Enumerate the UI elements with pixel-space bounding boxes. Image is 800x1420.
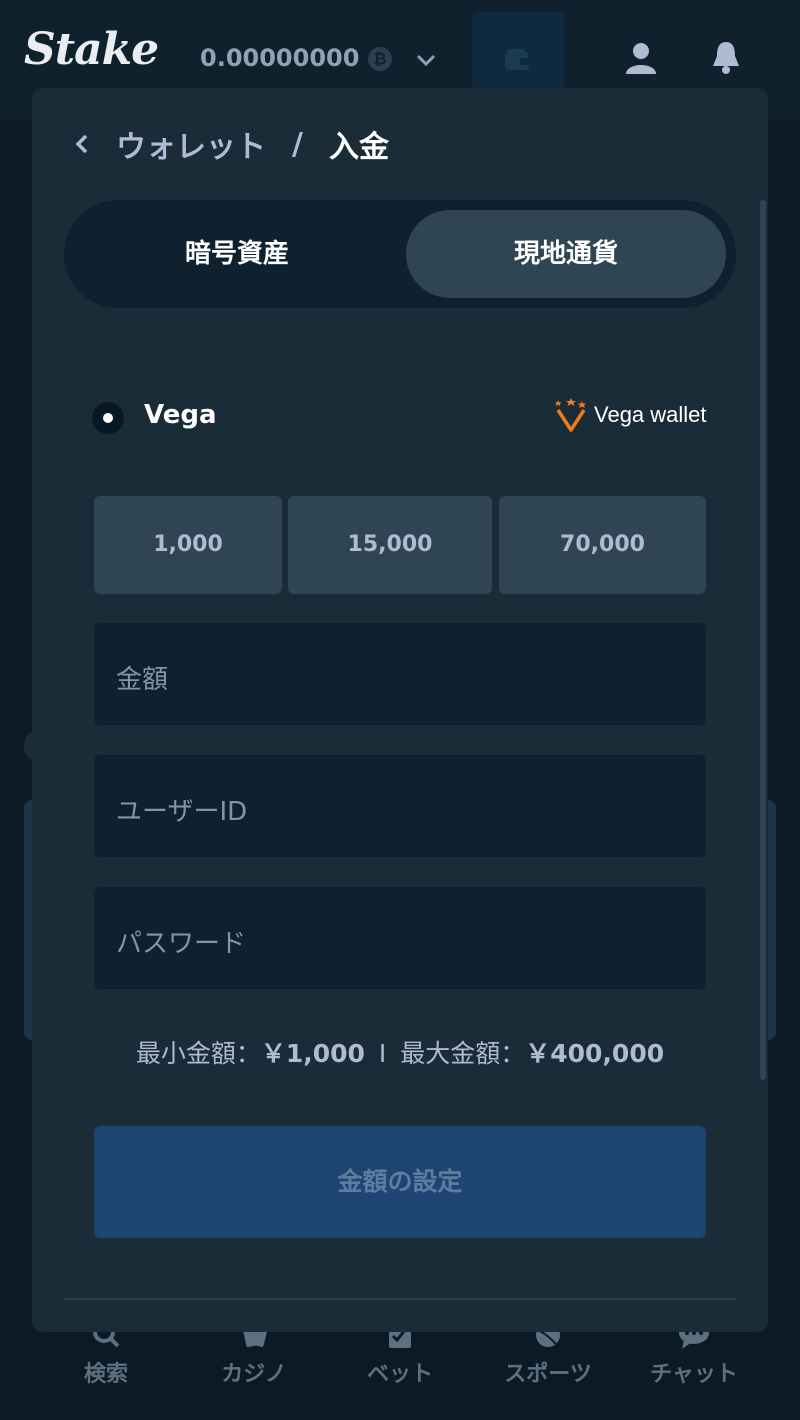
user-id-placeholder: ユーザーID: [116, 797, 248, 827]
vega-wallet-logo: Vega wallet: [554, 398, 707, 432]
password-placeholder: パスワード: [116, 929, 247, 959]
amount-placeholder: 金額: [116, 665, 169, 695]
chevron-down-icon[interactable]: [414, 48, 438, 72]
tab-local-currency[interactable]: 現地通貨: [406, 210, 726, 298]
method-name[interactable]: Vega: [144, 400, 217, 430]
modal-divider: [64, 1298, 736, 1300]
bell-icon[interactable]: [710, 40, 742, 74]
preset-amount-15000[interactable]: 15,000: [288, 496, 492, 594]
nav-label: スポーツ: [504, 1362, 592, 1387]
limits-divider: I: [378, 1039, 387, 1068]
breadcrumb-wallet-link[interactable]: ウォレット: [116, 122, 266, 166]
deposit-modal: ウォレット / 入金 暗号資産 現地通貨 Vega Vega wallet 1,…: [32, 88, 768, 1332]
breadcrumb-current: 入金: [328, 130, 389, 165]
user-id-input[interactable]: ユーザーID: [94, 755, 706, 857]
max-value: ￥400,000: [525, 1039, 665, 1068]
vega-logo-text: Vega wallet: [594, 402, 707, 427]
tab-crypto[interactable]: 暗号資産: [74, 210, 400, 298]
wallet-icon: [505, 49, 530, 70]
min-value: ￥1,000: [260, 1039, 365, 1068]
modal-scrollbar[interactable]: [760, 200, 766, 1080]
method-radio[interactable]: [92, 402, 124, 434]
max-label: 最大金額：: [400, 1039, 526, 1068]
amount-presets: 1,000 15,000 70,000: [94, 496, 706, 594]
nav-label: ベット: [366, 1362, 433, 1387]
vega-logo-icon: [554, 398, 586, 432]
min-label: 最小金額：: [135, 1039, 261, 1068]
chevron-left-icon[interactable]: [70, 132, 94, 156]
bitcoin-icon: ₿: [368, 47, 392, 71]
currency-tabs: 暗号資産 現地通貨: [64, 200, 736, 308]
amount-input[interactable]: 金額: [94, 623, 706, 725]
deposit-limits: 最小金額：￥1,000 I 最大金額：￥400,000: [32, 1034, 768, 1070]
breadcrumb-separator: /: [292, 126, 303, 162]
nav-label: 検索: [83, 1362, 128, 1387]
preset-amount-1000[interactable]: 1,000: [94, 496, 282, 594]
nav-label: カジノ: [221, 1362, 287, 1387]
set-amount-button[interactable]: 金額の設定: [94, 1126, 706, 1238]
stake-logo[interactable]: Stake: [24, 24, 159, 75]
password-input[interactable]: パスワード: [94, 887, 706, 989]
user-icon[interactable]: [624, 40, 658, 74]
balance-amount[interactable]: 0.00000000: [200, 44, 359, 72]
preset-amount-70000[interactable]: 70,000: [499, 496, 706, 594]
nav-label: チャット: [650, 1362, 738, 1387]
breadcrumb: ウォレット / 入金: [70, 122, 389, 166]
